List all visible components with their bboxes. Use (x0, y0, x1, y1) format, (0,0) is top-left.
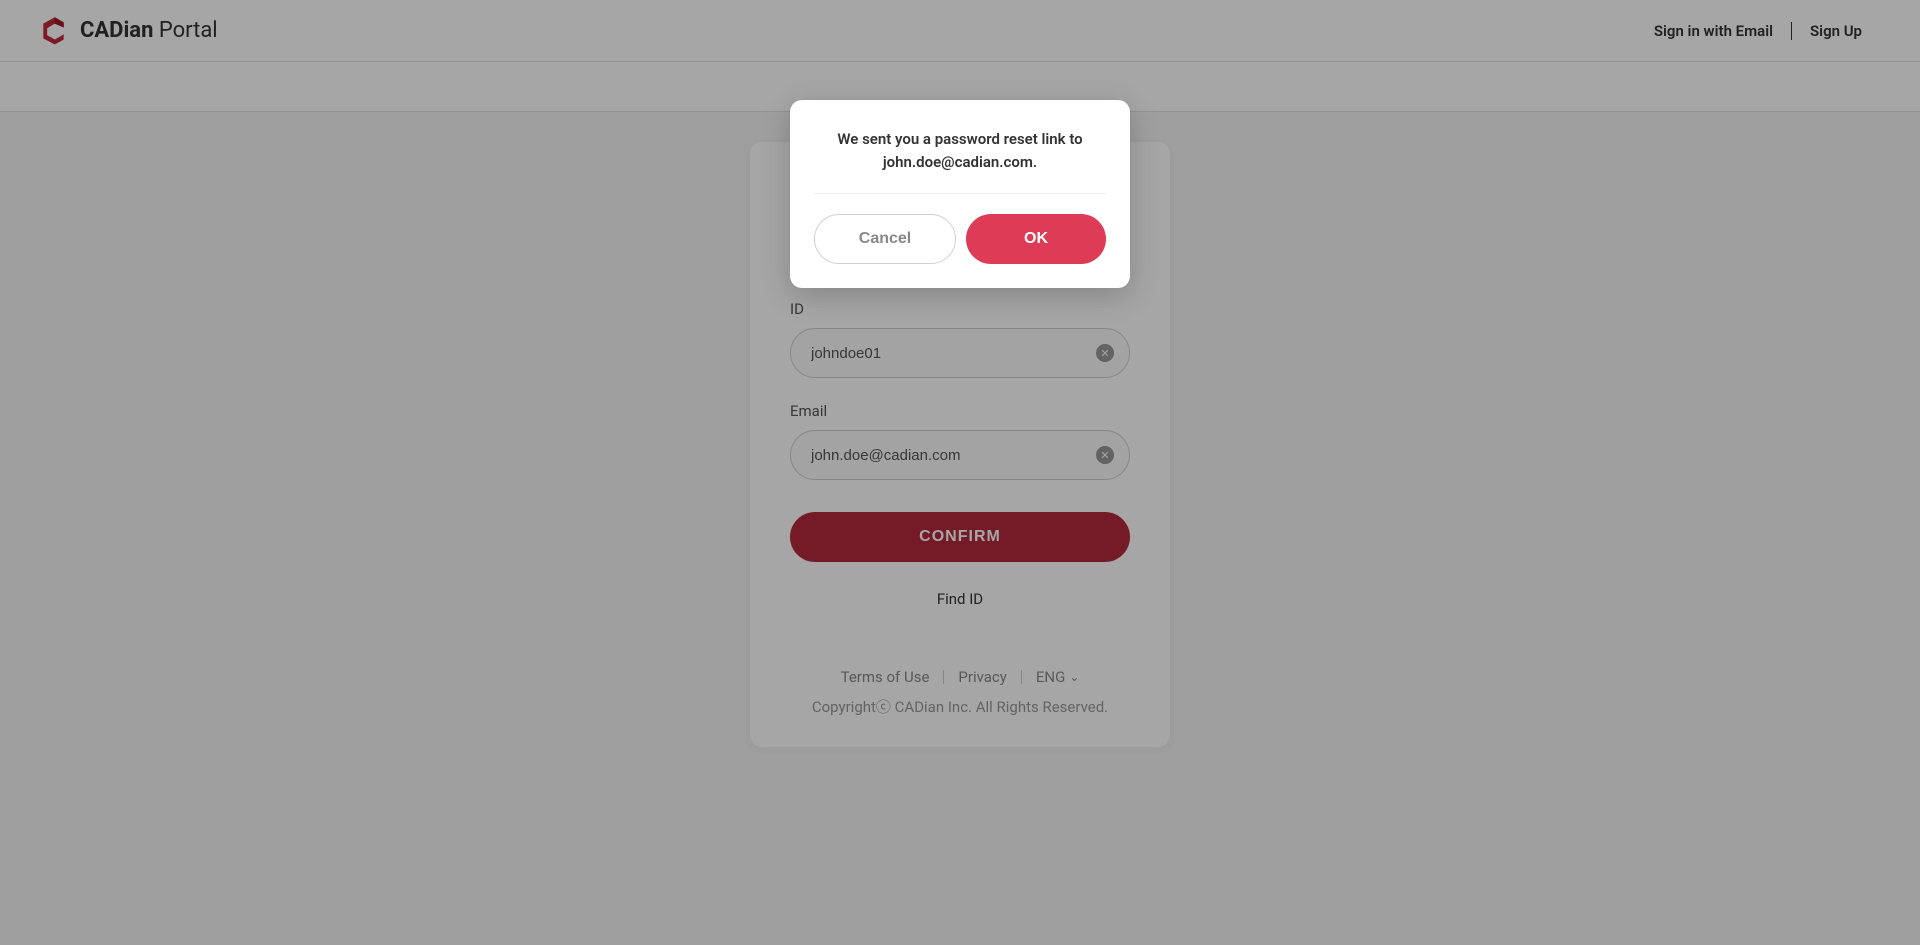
modal-message: We sent you a password reset link to joh… (814, 128, 1106, 194)
ok-button[interactable]: OK (966, 214, 1106, 264)
modal-overlay[interactable]: We sent you a password reset link to joh… (0, 0, 1920, 945)
cancel-button[interactable]: Cancel (814, 214, 956, 264)
modal-buttons: Cancel OK (814, 214, 1106, 264)
confirmation-modal: We sent you a password reset link to joh… (790, 100, 1130, 288)
modal-message-email: john.doe@cadian.com. (883, 153, 1037, 171)
modal-message-prefix: We sent you a password reset link to (837, 130, 1082, 148)
